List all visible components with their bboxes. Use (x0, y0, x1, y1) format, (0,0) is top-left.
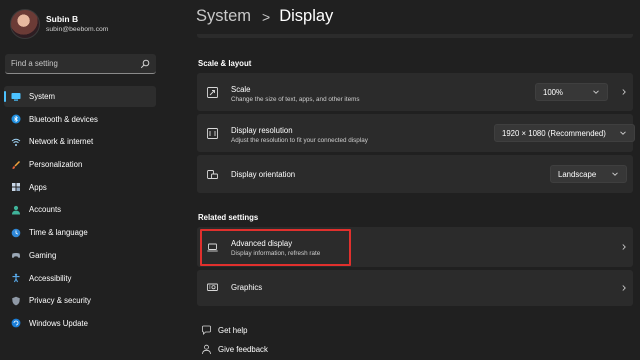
resolution-subtitle: Adjust the resolution to fit your connec… (231, 137, 368, 144)
resolution-icon (207, 128, 218, 139)
search-input[interactable]: Find a setting (5, 54, 156, 74)
scrolled-card-edge (197, 34, 633, 38)
sidebar-item-label: Network & internet (29, 137, 94, 147)
chevron-down-icon (620, 131, 626, 135)
person-icon (12, 205, 20, 215)
profile-name: Subin B (46, 13, 79, 24)
bluetooth-icon (11, 114, 21, 124)
resolution-dropdown[interactable]: 1920 × 1080 (Recommended) (494, 124, 635, 142)
sidebar-item-network[interactable]: Network & internet (4, 131, 156, 152)
sidebar-item-label: System (29, 92, 55, 101)
shield-icon (12, 296, 20, 306)
scale-dropdown[interactable]: 100% (535, 83, 608, 101)
avatar (10, 9, 40, 39)
sidebar-item-accounts[interactable]: Accounts (4, 199, 156, 220)
search-icon (140, 59, 150, 68)
chevron-down-icon (593, 90, 599, 94)
scale-icon (207, 87, 218, 98)
resolution-value: 1920 × 1080 (Recommended) (502, 128, 606, 138)
sidebar-item-label: Time & language (29, 228, 88, 238)
breadcrumb-parent[interactable]: System (196, 7, 251, 26)
section-related-settings: Related settings (198, 213, 259, 222)
help-icon (202, 325, 211, 335)
resolution-card[interactable]: Display resolution Adjust the resolution… (197, 114, 635, 152)
breadcrumb: System > Display (196, 7, 333, 26)
sidebar-item-windows-update[interactable]: Windows Update (4, 313, 156, 334)
sidebar: Subin B subin@beebom.com Find a setting … (0, 0, 163, 360)
orientation-card[interactable]: Display orientation Landscape (197, 155, 633, 193)
sidebar-item-gaming[interactable]: Gaming (4, 245, 156, 266)
get-help-label: Get help (218, 326, 248, 335)
chevron-right-icon (622, 89, 626, 95)
scale-subtitle: Change the size of text, apps, and other… (231, 96, 360, 103)
chevron-right-icon (622, 285, 626, 291)
sidebar-item-time-language[interactable]: Time & language (4, 222, 156, 243)
sidebar-item-label: Privacy & security (29, 296, 91, 306)
graphics-card[interactable]: Graphics (197, 270, 633, 306)
chevron-down-icon (612, 172, 618, 176)
profile-email: subin@beebom.com (46, 25, 109, 33)
sidebar-item-label: Windows Update (29, 318, 88, 328)
give-feedback-label: Give feedback (218, 345, 268, 354)
sidebar-item-system[interactable]: System (4, 86, 156, 107)
globe-clock-icon (11, 228, 21, 237)
sidebar-item-apps[interactable]: Apps (4, 177, 156, 198)
nav-list: System Bluetooth & devices Network & int… (4, 86, 156, 336)
gamepad-icon (11, 253, 21, 259)
sidebar-item-accessibility[interactable]: Accessibility (4, 268, 156, 289)
breadcrumb-separator: > (262, 8, 271, 25)
user-profile[interactable]: Subin B subin@beebom.com (10, 9, 108, 39)
scale-value: 100% (543, 87, 563, 97)
scale-title: Scale (231, 85, 251, 94)
update-icon (11, 318, 21, 328)
orientation-value: Landscape (558, 169, 597, 179)
main-content: System > Display Scale & layout Scale Ch… (163, 0, 640, 360)
apps-icon (12, 183, 20, 192)
scale-card[interactable]: Scale Change the size of text, apps, and… (197, 73, 633, 111)
sidebar-item-label: Gaming (29, 250, 57, 260)
sidebar-item-label: Apps (29, 182, 47, 192)
sidebar-item-privacy-security[interactable]: Privacy & security (4, 290, 156, 311)
give-feedback-link[interactable]: Give feedback (201, 344, 268, 355)
feedback-icon (202, 344, 211, 355)
brush-icon (12, 160, 21, 169)
sidebar-item-label: Bluetooth & devices (29, 114, 98, 124)
sidebar-item-bluetooth[interactable]: Bluetooth & devices (4, 109, 156, 130)
orientation-icon (207, 170, 218, 179)
chevron-right-icon (622, 244, 626, 250)
graphics-card-icon (207, 283, 218, 291)
graphics-title: Graphics (231, 283, 263, 292)
page-title: Display (279, 7, 334, 25)
orientation-title: Display orientation (231, 170, 296, 179)
sidebar-item-personalization[interactable]: Personalization (4, 154, 156, 175)
search-placeholder: Find a setting (11, 59, 58, 68)
monitor-icon (11, 92, 21, 101)
sidebar-item-label: Accessibility (29, 273, 72, 283)
get-help-link[interactable]: Get help (201, 325, 247, 336)
sidebar-item-label: Personalization (29, 160, 83, 170)
orientation-dropdown[interactable]: Landscape (550, 165, 627, 183)
network-icon (11, 138, 21, 146)
sidebar-item-label: Accounts (29, 205, 62, 215)
section-scale-layout: Scale & layout (198, 59, 252, 68)
accessibility-icon (12, 273, 20, 283)
highlight-annotation (200, 229, 351, 266)
resolution-title: Display resolution (231, 126, 293, 135)
